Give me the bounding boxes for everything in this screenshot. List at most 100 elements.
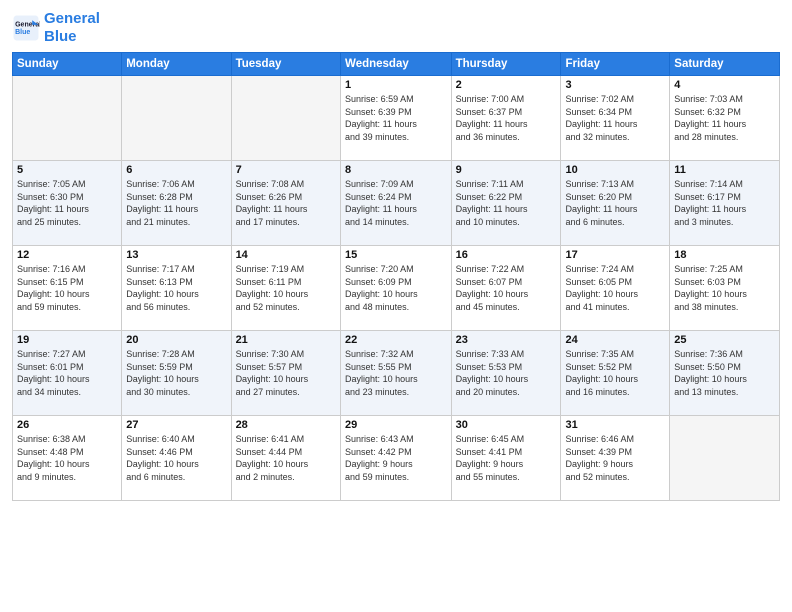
day-info: Sunrise: 6:40 AM Sunset: 4:46 PM Dayligh… <box>126 433 226 483</box>
calendar-week-4: 19 Sunrise: 7:27 AM Sunset: 6:01 PM Dayli… <box>13 331 780 416</box>
calendar-cell: 4 Sunrise: 7:03 AM Sunset: 6:32 PM Daylig… <box>670 76 780 161</box>
day-info: Sunrise: 7:16 AM Sunset: 6:15 PM Dayligh… <box>17 263 117 313</box>
day-info: Sunrise: 6:38 AM Sunset: 4:48 PM Dayligh… <box>17 433 117 483</box>
calendar-cell: 14 Sunrise: 7:19 AM Sunset: 6:11 PM Dayli… <box>231 246 340 331</box>
day-number: 13 <box>126 249 226 261</box>
day-number: 24 <box>565 334 665 346</box>
day-number: 30 <box>456 419 557 431</box>
header: General Blue GeneralBlue <box>12 10 780 46</box>
weekday-header-saturday: Saturday <box>670 53 780 76</box>
day-info: Sunrise: 7:22 AM Sunset: 6:07 PM Dayligh… <box>456 263 557 313</box>
day-info: Sunrise: 7:36 AM Sunset: 5:50 PM Dayligh… <box>674 348 775 398</box>
calendar-cell: 29 Sunrise: 6:43 AM Sunset: 4:42 PM Dayli… <box>341 416 452 501</box>
day-number: 3 <box>565 79 665 91</box>
calendar-cell: 11 Sunrise: 7:14 AM Sunset: 6:17 PM Dayli… <box>670 161 780 246</box>
day-number: 12 <box>17 249 117 261</box>
day-number: 31 <box>565 419 665 431</box>
calendar-cell: 1 Sunrise: 6:59 AM Sunset: 6:39 PM Daylig… <box>341 76 452 161</box>
day-info: Sunrise: 7:17 AM Sunset: 6:13 PM Dayligh… <box>126 263 226 313</box>
weekday-header-monday: Monday <box>122 53 231 76</box>
day-info: Sunrise: 7:27 AM Sunset: 6:01 PM Dayligh… <box>17 348 117 398</box>
page-container: General Blue GeneralBlue SundayMondayTue… <box>0 0 792 612</box>
day-info: Sunrise: 7:06 AM Sunset: 6:28 PM Dayligh… <box>126 178 226 228</box>
day-number: 29 <box>345 419 447 431</box>
calendar-cell: 24Sunrise: 7:35 AM Sunset: 5:52 PM Dayli… <box>561 331 670 416</box>
day-info: Sunrise: 7:02 AM Sunset: 6:34 PM Dayligh… <box>565 93 665 143</box>
day-number: 11 <box>674 164 775 176</box>
calendar-cell: 28 Sunrise: 6:41 AM Sunset: 4:44 PM Dayli… <box>231 416 340 501</box>
calendar-cell <box>231 76 340 161</box>
calendar-cell: 15 Sunrise: 7:20 AM Sunset: 6:09 PM Dayli… <box>341 246 452 331</box>
day-info: Sunrise: 7:00 AM Sunset: 6:37 PM Dayligh… <box>456 93 557 143</box>
day-number: 23 <box>456 334 557 346</box>
weekday-header-thursday: Thursday <box>451 53 561 76</box>
day-info: Sunrise: 6:43 AM Sunset: 4:42 PM Dayligh… <box>345 433 447 483</box>
day-info: Sunrise: 7:11 AM Sunset: 6:22 PM Dayligh… <box>456 178 557 228</box>
calendar-cell: 5 Sunrise: 7:05 AM Sunset: 6:30 PM Daylig… <box>13 161 122 246</box>
calendar-cell: 26 Sunrise: 6:38 AM Sunset: 4:48 PM Dayli… <box>13 416 122 501</box>
day-info: Sunrise: 7:25 AM Sunset: 6:03 PM Dayligh… <box>674 263 775 313</box>
day-info: Sunrise: 7:28 AM Sunset: 5:59 PM Dayligh… <box>126 348 226 398</box>
day-number: 10 <box>565 164 665 176</box>
day-info: Sunrise: 7:33 AM Sunset: 5:53 PM Dayligh… <box>456 348 557 398</box>
logo-text: GeneralBlue <box>44 10 100 46</box>
day-number: 18 <box>674 249 775 261</box>
day-number: 28 <box>236 419 336 431</box>
calendar-cell: 20 Sunrise: 7:28 AM Sunset: 5:59 PM Dayli… <box>122 331 231 416</box>
day-info: Sunrise: 7:09 AM Sunset: 6:24 PM Dayligh… <box>345 178 447 228</box>
day-info: Sunrise: 7:30 AM Sunset: 5:57 PM Dayligh… <box>236 348 336 398</box>
day-number: 8 <box>345 164 447 176</box>
calendar-cell: 12 Sunrise: 7:16 AM Sunset: 6:15 PM Dayli… <box>13 246 122 331</box>
day-number: 5 <box>17 164 117 176</box>
weekday-header-row: SundayMondayTuesdayWednesdayThursdayFrid… <box>13 53 780 76</box>
calendar-cell: 10 Sunrise: 7:13 AM Sunset: 6:20 PM Dayli… <box>561 161 670 246</box>
day-info: Sunrise: 7:14 AM Sunset: 6:17 PM Dayligh… <box>674 178 775 228</box>
calendar-cell <box>122 76 231 161</box>
calendar-cell: 30 Sunrise: 6:45 AM Sunset: 4:41 PM Dayli… <box>451 416 561 501</box>
day-info: Sunrise: 7:03 AM Sunset: 6:32 PM Dayligh… <box>674 93 775 143</box>
calendar-cell: 19 Sunrise: 7:27 AM Sunset: 6:01 PM Dayli… <box>13 331 122 416</box>
logo: General Blue GeneralBlue <box>12 10 100 46</box>
calendar-cell: 9 Sunrise: 7:11 AM Sunset: 6:22 PM Daylig… <box>451 161 561 246</box>
day-info: Sunrise: 7:13 AM Sunset: 6:20 PM Dayligh… <box>565 178 665 228</box>
day-number: 27 <box>126 419 226 431</box>
day-info: Sunrise: 7:19 AM Sunset: 6:11 PM Dayligh… <box>236 263 336 313</box>
day-info: Sunrise: 6:41 AM Sunset: 4:44 PM Dayligh… <box>236 433 336 483</box>
calendar-cell: 3 Sunrise: 7:02 AM Sunset: 6:34 PM Daylig… <box>561 76 670 161</box>
calendar-week-2: 5 Sunrise: 7:05 AM Sunset: 6:30 PM Daylig… <box>13 161 780 246</box>
day-info: Sunrise: 7:20 AM Sunset: 6:09 PM Dayligh… <box>345 263 447 313</box>
logo-icon: General Blue <box>12 14 40 42</box>
day-info: Sunrise: 6:59 AM Sunset: 6:39 PM Dayligh… <box>345 93 447 143</box>
day-info: Sunrise: 7:24 AM Sunset: 6:05 PM Dayligh… <box>565 263 665 313</box>
day-number: 4 <box>674 79 775 91</box>
day-number: 20 <box>126 334 226 346</box>
day-number: 15 <box>345 249 447 261</box>
day-info: Sunrise: 7:05 AM Sunset: 6:30 PM Dayligh… <box>17 178 117 228</box>
calendar-cell: 6Sunrise: 7:06 AM Sunset: 6:28 PM Daylig… <box>122 161 231 246</box>
day-number: 21 <box>236 334 336 346</box>
weekday-header-friday: Friday <box>561 53 670 76</box>
weekday-header-sunday: Sunday <box>13 53 122 76</box>
day-number: 19 <box>17 334 117 346</box>
day-number: 16 <box>456 249 557 261</box>
weekday-header-tuesday: Tuesday <box>231 53 340 76</box>
calendar-cell: 2Sunrise: 7:00 AM Sunset: 6:37 PM Daylig… <box>451 76 561 161</box>
day-number: 1 <box>345 79 447 91</box>
calendar-table: SundayMondayTuesdayWednesdayThursdayFrid… <box>12 52 780 501</box>
calendar-cell: 25 Sunrise: 7:36 AM Sunset: 5:50 PM Dayli… <box>670 331 780 416</box>
calendar-cell: 21 Sunrise: 7:30 AM Sunset: 5:57 PM Dayli… <box>231 331 340 416</box>
calendar-cell: 18 Sunrise: 7:25 AM Sunset: 6:03 PM Dayli… <box>670 246 780 331</box>
day-number: 9 <box>456 164 557 176</box>
day-info: Sunrise: 7:08 AM Sunset: 6:26 PM Dayligh… <box>236 178 336 228</box>
day-number: 14 <box>236 249 336 261</box>
day-number: 25 <box>674 334 775 346</box>
day-number: 7 <box>236 164 336 176</box>
calendar-cell <box>13 76 122 161</box>
calendar-cell: 22Sunrise: 7:32 AM Sunset: 5:55 PM Dayli… <box>341 331 452 416</box>
weekday-header-wednesday: Wednesday <box>341 53 452 76</box>
svg-text:General: General <box>15 21 40 28</box>
day-number: 26 <box>17 419 117 431</box>
day-info: Sunrise: 6:45 AM Sunset: 4:41 PM Dayligh… <box>456 433 557 483</box>
day-number: 22 <box>345 334 447 346</box>
calendar-cell: 31Sunrise: 6:46 AM Sunset: 4:39 PM Dayli… <box>561 416 670 501</box>
